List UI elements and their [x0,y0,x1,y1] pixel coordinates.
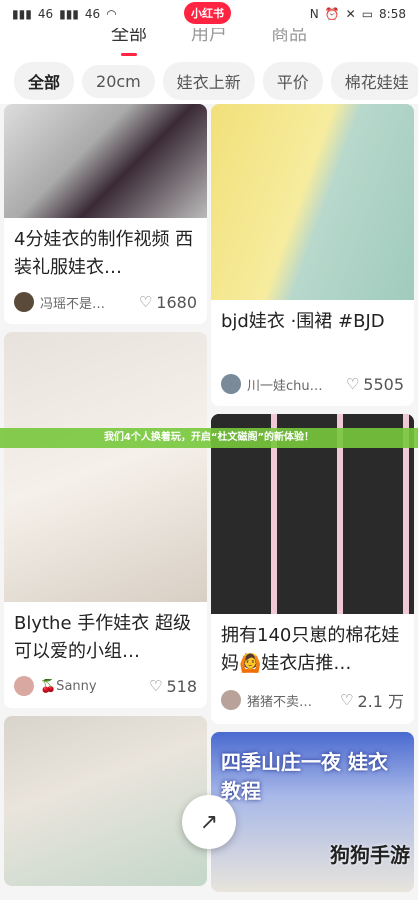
tab-products[interactable]: 商品 [271,28,307,50]
signal-icon: ▮▮▮ [12,7,32,21]
watermark: 狗狗手游 [330,839,410,868]
time: 8:58 [379,7,406,21]
app-badge: 小红书 [184,2,231,24]
tab-all[interactable]: 全部 [111,28,147,50]
alarm-icon: ⏰ [325,7,340,21]
avatar[interactable] [14,676,34,696]
heart-icon[interactable]: ♡ [346,375,359,393]
note-cover-image[interactable]: 四季山庄一夜 娃衣教程 [211,732,414,892]
chip-budget[interactable]: 平价 [263,62,323,100]
author-name[interactable]: 川一娃chu… [247,375,346,394]
tab-users[interactable]: 用户 [191,28,227,50]
like-count: 518 [166,677,197,696]
note-card[interactable]: 4分娃衣的制作视频 西装礼服娃衣… 冯瑶不是… ♡1680 [4,104,207,324]
note-cover-image[interactable] [4,332,207,602]
avatar[interactable] [14,292,34,312]
avatar[interactable] [221,374,241,394]
note-card[interactable]: Blythe 手作娃衣 超级可以爱的小组… 🍒Sanny ♡518 [4,332,207,708]
note-title[interactable]: 拥有140只崽的棉花娃妈🙆娃衣店推… [211,614,414,682]
note-card[interactable]: bjd娃衣 ·围裙 #BJD 川一娃chu… ♡5505 [211,104,414,406]
mute-icon: ✕ [346,7,356,21]
heart-icon[interactable]: ♡ [340,691,353,709]
note-title[interactable]: bjd娃衣 ·围裙 #BJD [211,300,414,368]
top-tabs: 全部 用户 商品 [0,28,418,58]
note-title[interactable]: 4分娃衣的制作视频 西装礼服娃衣… [4,218,207,286]
signal-icon-2: ▮▮▮ [59,7,79,21]
like-count: 5505 [363,375,404,394]
note-cover-image[interactable] [4,716,207,886]
author-name[interactable]: 冯瑶不是… [40,293,139,312]
battery-icon: ▭ [362,7,373,21]
chip-cotton-doll[interactable]: 棉花娃娃 [331,62,418,100]
note-title[interactable]: Blythe 手作娃衣 超级可以爱的小组… [4,602,207,670]
note-card[interactable] [4,716,207,886]
chip-20cm[interactable]: 20cm [82,65,155,98]
wifi-icon: ◠ [106,7,116,21]
heart-icon[interactable]: ♡ [149,677,162,695]
carrier-left: 46 [38,7,53,21]
chip-new[interactable]: 娃衣上新 [163,62,255,100]
promo-banner[interactable]: 我们4个人换着玩，开启“杜文磁阁”的新体验！ [0,428,418,448]
heart-icon[interactable]: ♡ [139,293,152,311]
note-cover-image[interactable] [4,104,207,218]
avatar[interactable] [221,690,241,710]
nfc-icon: N [310,7,319,21]
note-card[interactable]: 四季山庄一夜 娃衣教程 [211,732,414,892]
note-card[interactable]: 拥有140只崽的棉花娃妈🙆娃衣店推… 猪猪不卖… ♡2.1 万 [211,414,414,724]
author-name[interactable]: 猪猪不卖… [247,691,340,710]
like-count: 2.1 万 [357,688,404,712]
feed-column-left: 4分娃衣的制作视频 西装礼服娃衣… 冯瑶不是… ♡1680 Blythe 手作娃… [4,104,207,894]
share-icon[interactable]: ↗ [182,795,236,849]
author-name[interactable]: 🍒Sanny [40,679,149,694]
feed-column-right: bjd娃衣 ·围裙 #BJD 川一娃chu… ♡5505 拥有140只崽的棉花娃… [211,104,414,900]
chip-all[interactable]: 全部 [14,62,74,100]
note-cover-image[interactable] [211,104,414,300]
carrier-right: 46 [85,7,100,21]
like-count: 1680 [156,293,197,312]
filter-chips: 全部 20cm 娃衣上新 平价 棉花娃娃 [0,58,418,104]
cover-text: 四季山庄一夜 娃衣教程 [211,732,414,818]
